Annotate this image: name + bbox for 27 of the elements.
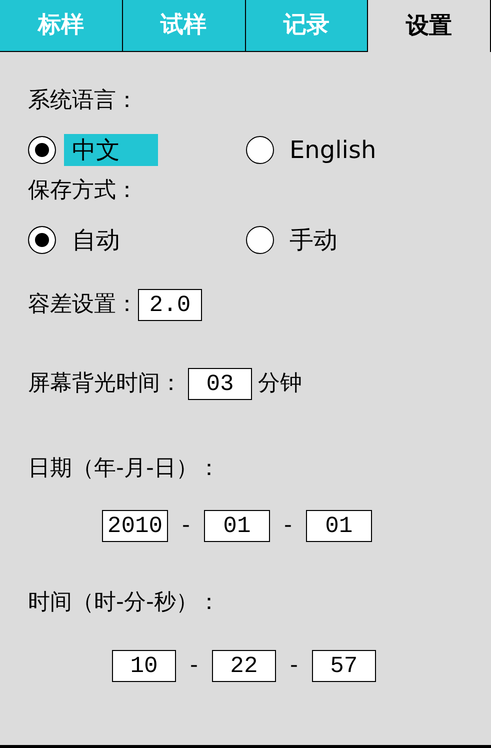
input-field[interactable]: 10 xyxy=(112,650,176,682)
unit-label: 分钟 xyxy=(258,370,302,398)
input-field[interactable]: 01 xyxy=(306,510,372,542)
separator: - xyxy=(182,512,190,540)
input-field[interactable]: 01 xyxy=(204,510,270,542)
radio-button[interactable] xyxy=(246,226,274,254)
input-field[interactable]: 03 xyxy=(188,368,252,400)
option-label: 手动 xyxy=(288,225,338,256)
option-label: English xyxy=(288,135,378,166)
section-label: 日期（年-月-日）： xyxy=(28,455,221,483)
field-label: 屏幕背光时间： xyxy=(28,370,182,398)
input-field[interactable]: 2010 xyxy=(102,510,168,542)
field-label: 容差设置： xyxy=(28,291,138,319)
section-label: 系统语言： xyxy=(28,87,139,115)
input-field[interactable]: 2.0 xyxy=(138,288,202,320)
section-label: 保存方式： xyxy=(28,177,139,205)
radio-button[interactable] xyxy=(28,136,56,164)
input-field[interactable]: 22 xyxy=(212,650,276,682)
option-label: 中文 xyxy=(64,134,158,166)
separator: - xyxy=(284,512,292,540)
section-label: 时间（时-分-秒）： xyxy=(28,589,221,617)
radio-button[interactable] xyxy=(246,136,274,164)
separator: - xyxy=(290,652,298,680)
option-label: 自动 xyxy=(71,225,121,256)
separator: - xyxy=(190,652,198,680)
input-field[interactable]: 57 xyxy=(312,650,376,682)
radio-button[interactable] xyxy=(28,226,56,254)
